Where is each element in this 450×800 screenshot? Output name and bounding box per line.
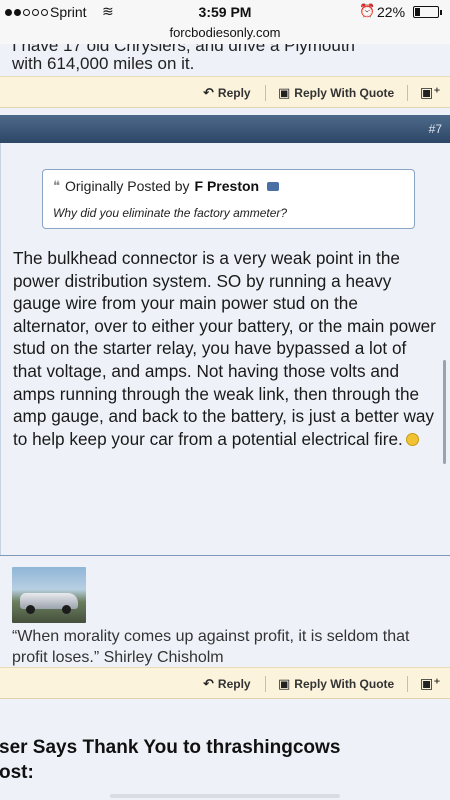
- reply-arrow-icon: ↶: [203, 85, 214, 100]
- post-message: The bulkhead connector is a very weak po…: [13, 248, 436, 449]
- signature: “When morality comes up against profit, …: [0, 555, 450, 669]
- status-bar: Sprint ≋ 3:59 PM ⏰ 22% forcbodiesonly.co…: [0, 0, 450, 44]
- reply-arrow-icon: ↶: [203, 676, 214, 691]
- thanks-section: ser Says Thank You to thrashingcows ost:: [0, 701, 450, 800]
- divider: [265, 85, 266, 101]
- signature-car-image: [12, 567, 86, 623]
- previous-post-text: I have 17 old Chryslers, and drive a Ply…: [0, 44, 450, 76]
- scrollbar[interactable]: [443, 360, 446, 464]
- post-header: #7: [0, 115, 450, 143]
- signature-text: “When morality comes up against profit, …: [12, 628, 410, 666]
- alarm-icon: ⏰: [359, 3, 376, 18]
- battery-icon: [413, 6, 439, 18]
- previous-post-line: with 614,000 miles on it.: [12, 54, 195, 73]
- quote-author: F Preston: [194, 178, 260, 194]
- divider: [407, 85, 408, 101]
- divider: [265, 676, 266, 692]
- reply-button[interactable]: ↶ Reply: [203, 85, 251, 101]
- post-action-bar: ↶ Reply ▣ Reply With Quote ▣⁺: [0, 76, 450, 108]
- multi-quote-plus-icon[interactable]: ▣⁺: [420, 84, 441, 101]
- quote-bubble-icon: ▣: [278, 85, 291, 100]
- view-post-icon[interactable]: [267, 181, 280, 191]
- thanks-heading: ser Says Thank You to thrashingcows: [0, 737, 341, 758]
- smiley-icon: [405, 432, 419, 446]
- post-action-bar: ↶ Reply ▣ Reply With Quote ▣⁺: [0, 667, 450, 699]
- quote-text: Why did you eliminate the factory ammete…: [53, 206, 288, 220]
- post-number[interactable]: #7: [429, 122, 442, 136]
- quote-header: ❝ Originally Posted by F Preston: [53, 178, 280, 194]
- thanks-subheading: ost:: [0, 762, 34, 783]
- reply-button[interactable]: ↶ Reply: [203, 676, 251, 692]
- battery-percent: 22%: [377, 4, 406, 20]
- divider: [407, 676, 408, 692]
- quote-box: ❝ Originally Posted by F Preston Why did…: [42, 169, 415, 229]
- reply-with-quote-button[interactable]: ▣ Reply With Quote: [278, 676, 394, 692]
- quote-icon: ❝: [53, 178, 60, 193]
- quote-bubble-icon: ▣: [278, 676, 291, 691]
- multi-quote-plus-icon[interactable]: ▣⁺: [420, 675, 441, 692]
- post-body: ❝ Originally Posted by F Preston Why did…: [0, 143, 450, 555]
- scroll-indicator: [110, 794, 340, 798]
- reply-with-quote-button[interactable]: ▣ Reply With Quote: [278, 85, 394, 101]
- address-bar-url[interactable]: forcbodiesonly.com: [0, 25, 450, 40]
